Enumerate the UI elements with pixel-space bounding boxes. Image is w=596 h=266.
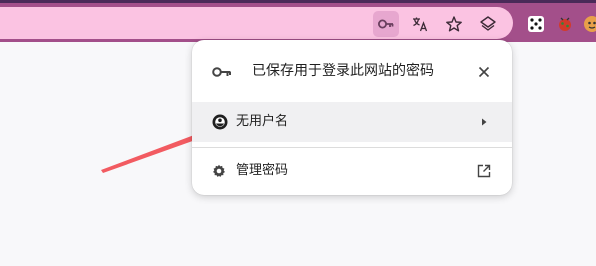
translate-button[interactable] bbox=[407, 11, 433, 37]
close-button[interactable] bbox=[474, 62, 494, 82]
saved-credential-row[interactable]: 无用户名 bbox=[192, 102, 512, 142]
key-icon bbox=[378, 19, 394, 29]
layers-icon bbox=[480, 16, 496, 31]
manage-passwords-label: 管理密码 bbox=[236, 163, 289, 178]
manage-passwords-row[interactable]: 管理密码 bbox=[192, 150, 512, 192]
avatar-icon bbox=[212, 114, 228, 130]
external-link-icon bbox=[477, 164, 491, 178]
bookmark-star-button[interactable] bbox=[441, 11, 467, 37]
bubble-header: 已保存用于登录此网站的密码 bbox=[192, 40, 512, 102]
browser-toolbar bbox=[0, 3, 596, 42]
dice-extension-icon[interactable] bbox=[524, 12, 548, 36]
username-label: 无用户名 bbox=[236, 114, 289, 129]
chevron-right-icon bbox=[482, 118, 487, 126]
bug-extension-icon[interactable] bbox=[553, 12, 577, 36]
character-extension-icon[interactable] bbox=[580, 12, 596, 36]
divider bbox=[192, 147, 512, 148]
password-key-button[interactable] bbox=[373, 11, 399, 37]
bubble-title: 已保存用于登录此网站的密码 bbox=[252, 63, 434, 79]
close-icon bbox=[478, 66, 490, 78]
address-bar[interactable] bbox=[0, 7, 513, 39]
gear-icon bbox=[213, 164, 225, 177]
key-icon bbox=[212, 62, 232, 82]
password-bubble: 已保存用于登录此网站的密码 无用户名 管理密码 bbox=[192, 40, 512, 195]
star-icon bbox=[446, 16, 462, 32]
translate-icon bbox=[413, 17, 428, 32]
layers-button[interactable] bbox=[475, 11, 501, 37]
